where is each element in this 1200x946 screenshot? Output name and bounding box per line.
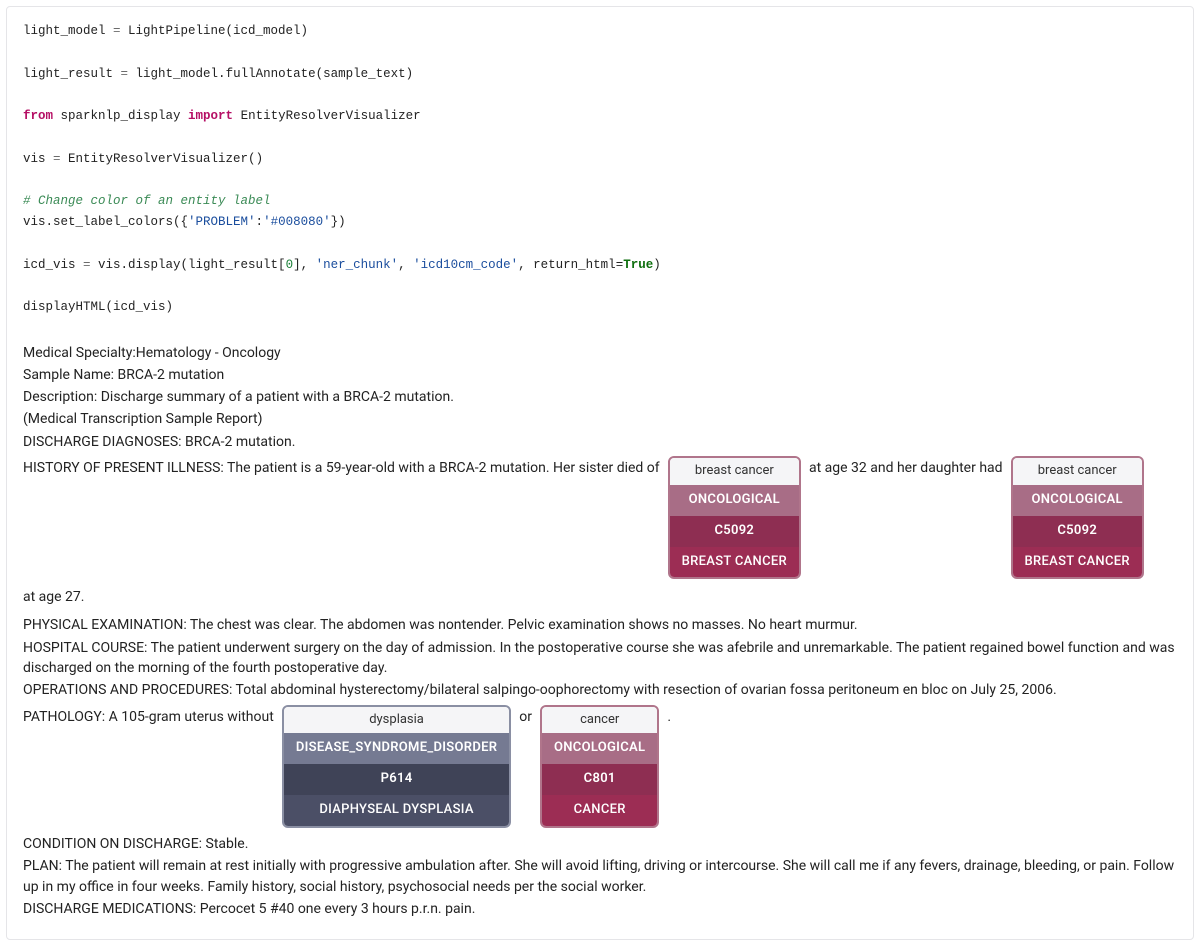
discharge-meds: DISCHARGE MEDICATIONS: Percocet 5 #40 on… [23, 899, 1177, 919]
hospital-course: HOSPITAL COURSE: The patient underwent s… [23, 638, 1177, 679]
physical-exam: PHYSICAL EXAMINATION: The chest was clea… [23, 615, 1177, 635]
entity-label: ONCOLOGICAL [1013, 485, 1142, 516]
plan: PLAN: The patient will remain at rest in… [23, 856, 1177, 897]
pathology-text: . [667, 705, 671, 729]
condition: CONDITION ON DISCHARGE: Stable. [23, 834, 1177, 854]
entity-dysplasia: dysplasia DISEASE_SYNDROME_DISORDER P614… [282, 705, 511, 828]
meta-line: Medical Specialty:Hematology - Oncology [23, 343, 1177, 363]
pathology-text: PATHOLOGY: A 105-gram uterus without [23, 705, 274, 729]
entity-resolution: DIAPHYSEAL DYSPLASIA [284, 795, 509, 826]
entity-breast-cancer-2: breast cancer ONCOLOGICAL C5092 BREAST C… [1011, 456, 1144, 579]
entity-resolution: BREAST CANCER [670, 547, 799, 578]
entity-chunk: breast cancer [1013, 458, 1142, 485]
entity-resolution: BREAST CANCER [1013, 547, 1142, 578]
entity-cancer: cancer ONCOLOGICAL C801 CANCER [540, 705, 659, 828]
pathology-text: or [519, 705, 532, 729]
entity-label: ONCOLOGICAL [542, 733, 657, 764]
history-text: at age 27. [23, 585, 84, 609]
entity-chunk: breast cancer [670, 458, 799, 485]
meta-line: Sample Name: BRCA-2 mutation [23, 365, 1177, 385]
code-block: light_model = LightPipeline(icd_model) l… [23, 21, 1177, 319]
pathology-line: PATHOLOGY: A 105-gram uterus without dys… [23, 705, 1177, 828]
entity-breast-cancer-1: breast cancer ONCOLOGICAL C5092 BREAST C… [668, 456, 801, 579]
entity-resolution: CANCER [542, 795, 657, 826]
meta-line: (Medical Transcription Sample Report) [23, 409, 1177, 429]
meta-line: DISCHARGE DIAGNOSES: BRCA-2 mutation. [23, 432, 1177, 452]
entity-code: C5092 [1013, 516, 1142, 547]
meta-line: Description: Discharge summary of a pati… [23, 387, 1177, 407]
entity-code: P614 [284, 764, 509, 795]
entity-code: C801 [542, 764, 657, 795]
history-text: HISTORY OF PRESENT ILLNESS: The patient … [23, 456, 660, 480]
entity-label: ONCOLOGICAL [670, 485, 799, 516]
history-text: at age 32 and her daughter had [809, 456, 1003, 480]
operations: OPERATIONS AND PROCEDURES: Total abdomin… [23, 680, 1177, 700]
entity-code: C5092 [670, 516, 799, 547]
history-line: HISTORY OF PRESENT ILLNESS: The patient … [23, 456, 1177, 609]
entity-label: DISEASE_SYNDROME_DISORDER [284, 733, 509, 764]
rendered-output: Medical Specialty:Hematology - Oncology … [23, 343, 1177, 920]
entity-chunk: cancer [542, 707, 657, 734]
entity-chunk: dysplasia [284, 707, 509, 734]
